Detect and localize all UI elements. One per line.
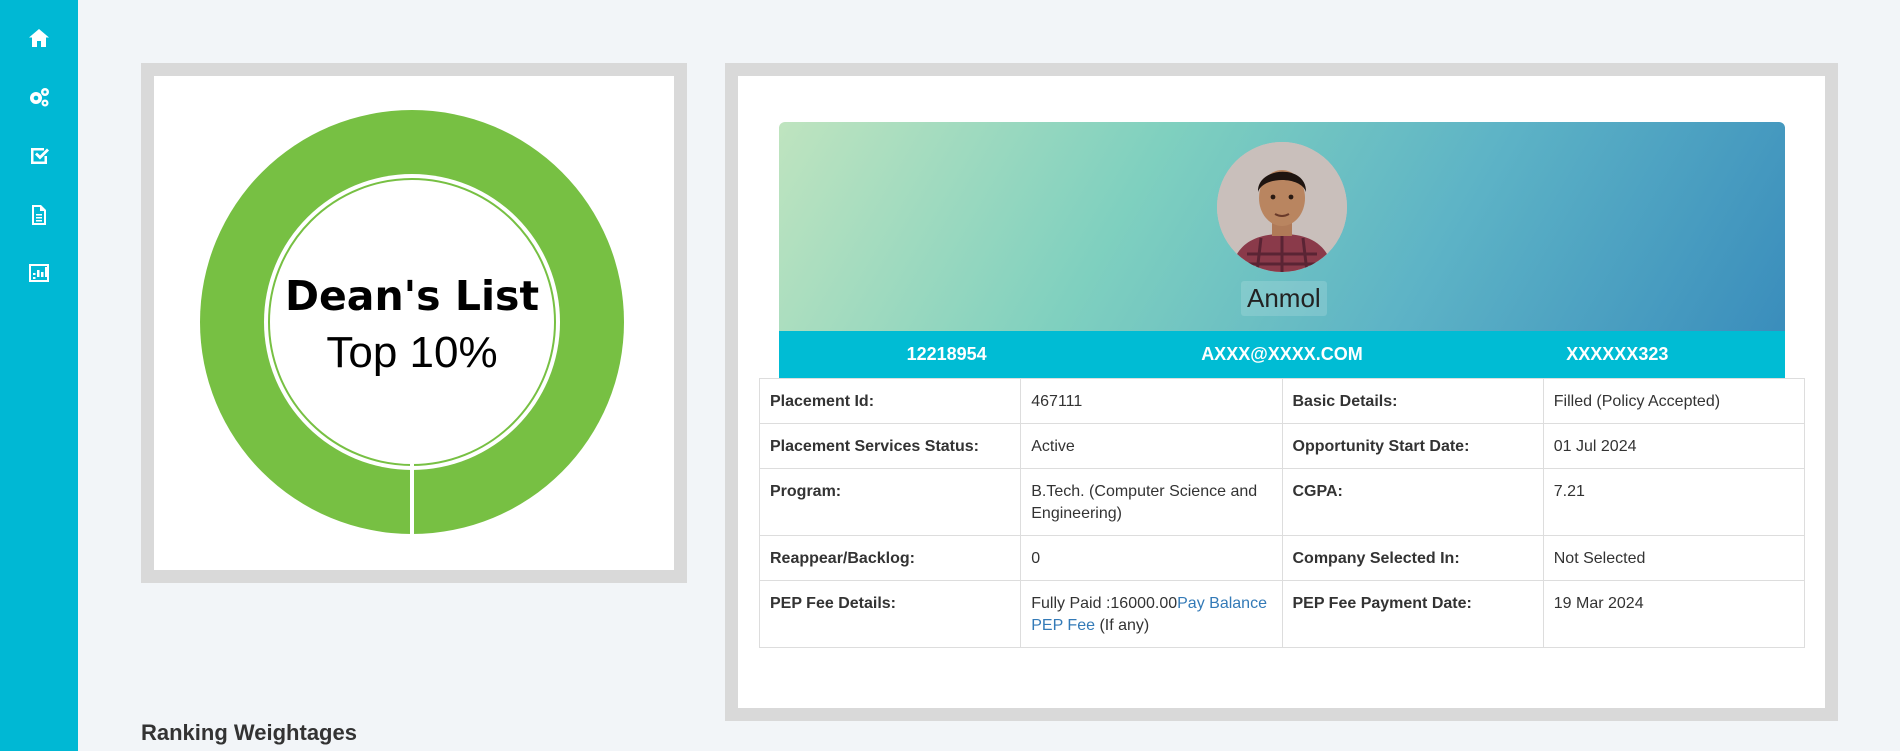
pep-payment-date-value: 19 Mar 2024: [1542, 580, 1806, 648]
placement-status-label: Placement Services Status:: [758, 423, 1022, 469]
deans-list-card: Dean's List Top 10%: [141, 63, 687, 583]
profile-info-bar: 12218954 AXXX@XXXX.COM XXXXXX323: [779, 331, 1785, 378]
pep-fee-value: Fully Paid :16000.00Pay Balance PEP Fee …: [1020, 580, 1283, 648]
badge-subtitle: Top 10%: [326, 328, 498, 377]
placement-details-table: Placement Id: 467111 Basic Details: Fill…: [758, 378, 1806, 648]
table-row: Placement Services Status: Active Opport…: [758, 423, 1806, 469]
badge-title: Dean's List: [284, 272, 540, 320]
table-row: Reappear/Backlog: 0 Company Selected In:…: [758, 535, 1806, 581]
opportunity-start-value: 01 Jul 2024: [1542, 423, 1806, 469]
program-value: B.Tech. (Computer Science and Engineerin…: [1020, 468, 1283, 536]
email-address: AXXX@XXXX.COM: [1201, 344, 1363, 364]
badge-gap: [264, 174, 560, 470]
deans-list-card-body: Dean's List Top 10%: [154, 76, 674, 570]
placement-id-value: 467111: [1020, 378, 1283, 424]
cgpa-label: CGPA:: [1281, 468, 1544, 536]
profile-card-body: Anmol 12218954 AXXX@XXXX.COM XXXXXX323 P…: [738, 76, 1825, 708]
company-selected-label: Company Selected In:: [1281, 535, 1544, 581]
registration-number: 12218954: [906, 344, 987, 364]
placement-status-value: Active: [1020, 423, 1283, 469]
table-row: PEP Fee Details: Fully Paid :16000.00Pay…: [758, 580, 1806, 648]
home-icon[interactable]: [25, 24, 53, 52]
company-selected-value: Not Selected: [1542, 535, 1806, 581]
table-row: Placement Id: 467111 Basic Details: Fill…: [758, 378, 1806, 424]
pep-payment-date-label: PEP Fee Payment Date:: [1281, 580, 1544, 648]
ranking-weightages-heading: Ranking Weightages: [141, 720, 357, 745]
pep-fee-suffix: (If any): [1095, 617, 1150, 634]
avatar: [1217, 142, 1347, 272]
cgpa-value: 7.21: [1542, 468, 1806, 536]
backlog-label: Reappear/Backlog:: [758, 535, 1022, 581]
checklist-icon[interactable]: [25, 142, 53, 170]
badge-ring: [200, 110, 624, 534]
table-row: Program: B.Tech. (Computer Science and E…: [758, 468, 1806, 536]
phone-number: XXXXXX323: [1566, 344, 1669, 364]
opportunity-start-label: Opportunity Start Date:: [1281, 423, 1544, 469]
profile-name: Anmol: [1241, 281, 1327, 316]
placement-id-label: Placement Id:: [758, 378, 1022, 424]
pep-fee-status: Fully Paid :16000.00: [1031, 595, 1178, 612]
profile-banner: Anmol: [779, 122, 1785, 334]
document-icon[interactable]: [25, 201, 53, 229]
settings-icon[interactable]: [25, 83, 53, 111]
deans-list-badge: Dean's List Top 10%: [200, 110, 624, 534]
pep-fee-label: PEP Fee Details:: [758, 580, 1022, 648]
profile-card: Anmol 12218954 AXXX@XXXX.COM XXXXXX323 P…: [725, 63, 1838, 721]
basic-details-label: Basic Details:: [1281, 378, 1544, 424]
sidebar: [0, 0, 78, 751]
badge-ring-divider: [410, 464, 414, 534]
basic-details-value: Filled (Policy Accepted): [1542, 378, 1806, 424]
chart-icon[interactable]: [25, 259, 53, 287]
backlog-value: 0: [1020, 535, 1283, 581]
program-label: Program:: [758, 468, 1022, 536]
